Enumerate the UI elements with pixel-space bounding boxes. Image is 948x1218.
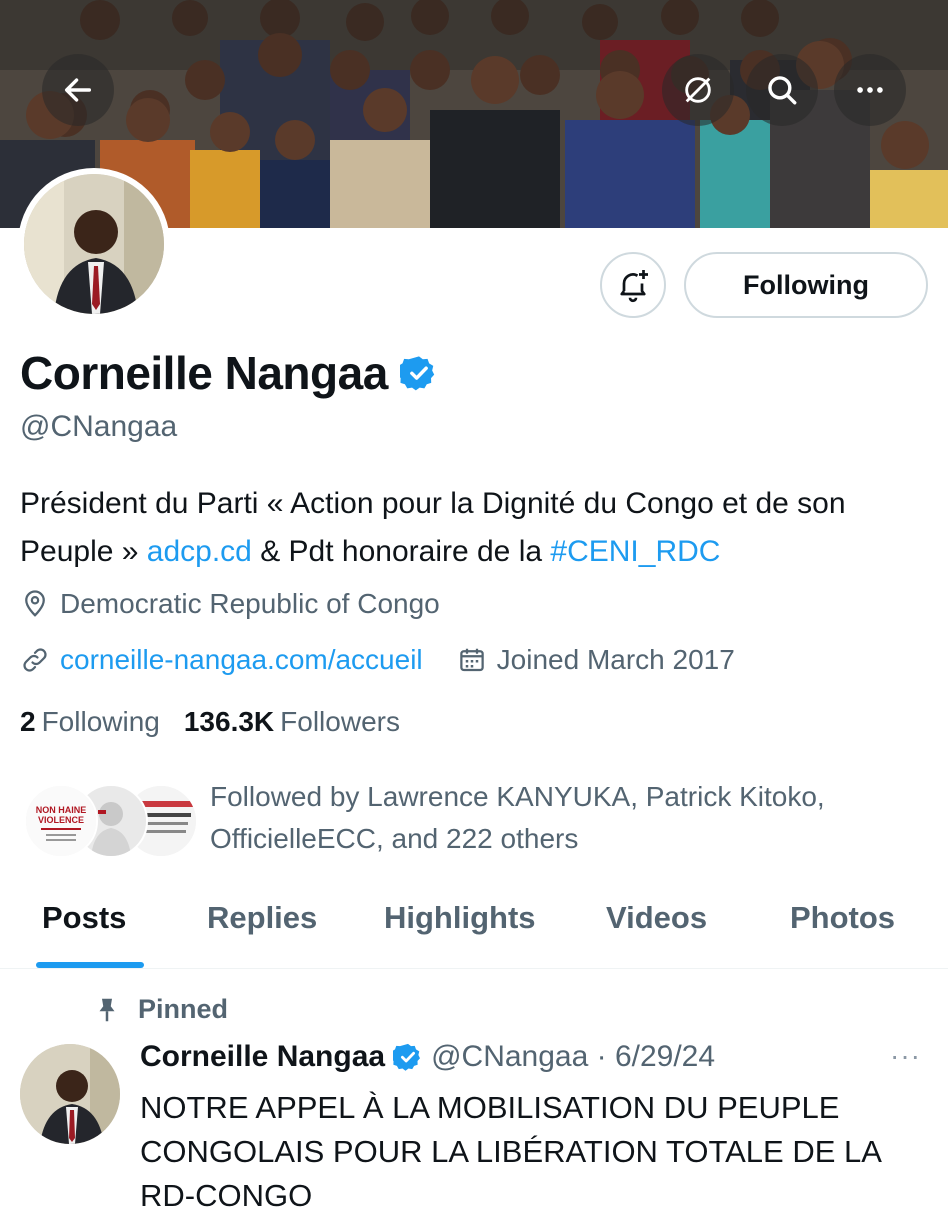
hide-reposts-button[interactable] <box>662 54 734 126</box>
followers-label: Followers <box>280 706 400 737</box>
avatar-photo <box>24 174 164 314</box>
profile-avatar[interactable] <box>18 168 170 320</box>
profile-location: Democratic Republic of Congo <box>20 588 440 620</box>
profile-bio: Président du Parti « Action pour la Dign… <box>20 480 930 576</box>
website-link[interactable]: corneille-nangaa.com/accueil <box>60 644 423 676</box>
arrow-left-icon <box>64 78 92 102</box>
svg-text:VIOLENCE: VIOLENCE <box>38 815 84 825</box>
pinned-label: Pinned <box>138 994 229 1024</box>
post-header: Corneille Nangaa @CNangaa · 6/29/24 <box>140 1040 715 1074</box>
profile-website: corneille-nangaa.com/accueil Joined Marc… <box>20 644 735 676</box>
bell-plus-icon <box>620 270 648 303</box>
more-icon <box>857 87 883 93</box>
tab-highlights[interactable]: Highlights <box>384 900 536 936</box>
follower-avatar-1-image: NON HAINE VIOLENCE <box>26 786 96 856</box>
post-handle-date[interactable]: @CNangaa · 6/29/24 <box>431 1040 715 1074</box>
link-icon <box>23 648 47 672</box>
post-author-avatar[interactable] <box>20 1044 120 1144</box>
verified-badge-icon[interactable] <box>399 354 438 392</box>
follow-counts: 2 Following 136.3K Followers <box>20 706 400 738</box>
search-button[interactable] <box>746 54 818 126</box>
tab-replies[interactable]: Replies <box>207 900 317 936</box>
joined-date: Joined March 2017 <box>496 644 735 675</box>
tab-photos[interactable]: Photos <box>790 900 895 936</box>
location-text: Democratic Republic of Congo <box>60 588 440 619</box>
eye-slash-icon <box>685 77 711 103</box>
back-button[interactable] <box>42 54 114 126</box>
tab-videos[interactable]: Videos <box>606 900 707 936</box>
followed-by-text[interactable]: Followed by Lawrence KANYUKA, Patrick Ki… <box>210 776 930 860</box>
bio-hashtag[interactable]: #CENI_RDC <box>550 535 720 568</box>
followers-count: 136.3K <box>183 706 275 737</box>
tab-posts[interactable]: Posts <box>42 900 126 936</box>
following-count: 2 <box>20 706 36 737</box>
post-avatar-photo <box>20 1044 120 1144</box>
notifications-button[interactable] <box>600 252 666 318</box>
following-button[interactable]: Following <box>684 252 928 318</box>
profile-handle: @CNangaa <box>20 410 178 443</box>
pin-icon <box>99 998 115 1021</box>
display-name: Corneille Nangaa <box>20 347 388 399</box>
followers-count-link[interactable]: 136.3K Followers <box>184 706 400 738</box>
follower-avatar-1: NON HAINE VIOLENCE <box>24 784 98 858</box>
more-options-button[interactable] <box>834 54 906 126</box>
bio-link[interactable]: adcp.cd <box>147 535 252 568</box>
active-tab-indicator <box>36 962 144 968</box>
profile-name: Corneille Nangaa <box>20 346 438 400</box>
post-author-name[interactable]: Corneille Nangaa <box>140 1040 385 1074</box>
post-more-button[interactable]: ··· <box>890 1040 921 1072</box>
bio-text-2: & Pdt honoraire de la <box>260 535 543 568</box>
svg-text:NON HAINE: NON HAINE <box>36 805 87 815</box>
profile-tabs: Posts Replies Highlights Videos Photos <box>0 882 948 969</box>
calendar-icon <box>459 648 484 672</box>
location-pin-icon <box>25 590 45 617</box>
search-icon <box>768 76 797 105</box>
post-text: NOTRE APPEL À LA MOBILISATION DU PEUPLE … <box>140 1090 881 1213</box>
verified-badge-icon[interactable] <box>393 1042 423 1072</box>
followed-by-avatars[interactable]: NON HAINE VIOLENCE <box>24 784 198 858</box>
following-label: Following <box>41 706 160 737</box>
pinned-indicator: Pinned <box>92 994 228 1025</box>
following-count-link[interactable]: 2 Following <box>20 706 160 738</box>
